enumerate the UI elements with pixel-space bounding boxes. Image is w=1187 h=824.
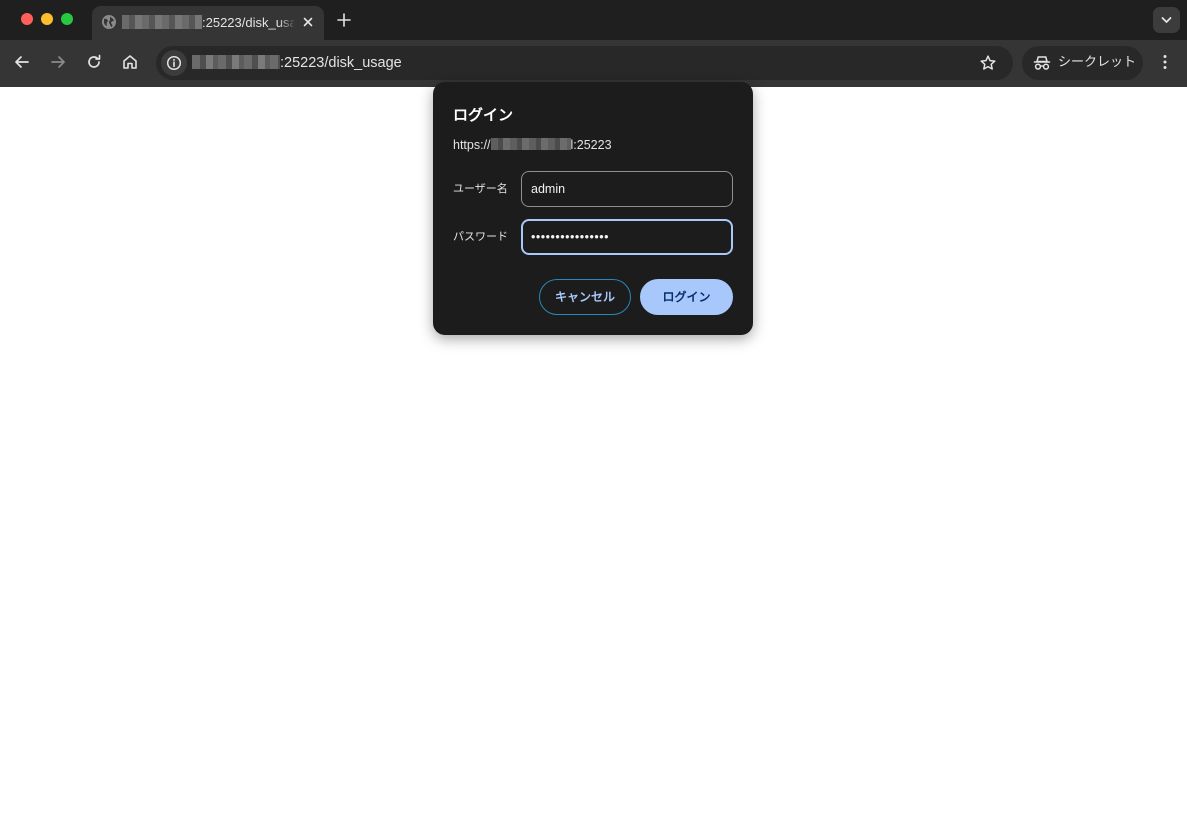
info-icon [166,55,182,71]
zoom-window-button[interactable] [61,13,73,25]
address-bar[interactable]: :25223/disk_usage [156,46,1013,80]
site-info-button[interactable] [161,50,187,76]
url-text[interactable]: :25223/disk_usage [192,54,402,72]
back-arrow-icon[interactable] [12,52,32,72]
url-path: :25223/disk_usage [280,55,402,71]
login-button[interactable]: ログイン [640,279,733,315]
origin-prefix: https:// [453,138,491,152]
incognito-label: シークレット [1058,55,1137,70]
origin-suffix: l:25223 [570,138,612,152]
close-window-button[interactable] [21,13,33,25]
new-tab-icon[interactable] [335,11,353,29]
tab-search-button[interactable] [1153,7,1180,33]
tab-title-fade [278,12,296,34]
bookmark-star-icon[interactable] [979,54,997,72]
forward-arrow-icon[interactable] [48,52,68,72]
password-input[interactable] [521,219,733,255]
redacted-host [490,138,571,150]
cancel-button[interactable]: キャンセル [539,279,631,315]
minimize-window-button[interactable] [41,13,53,25]
reload-icon[interactable] [84,52,104,72]
incognito-icon [1033,56,1051,70]
chevron-down-icon [1161,17,1172,23]
username-input[interactable] [521,171,733,207]
tab-strip: :25223/disk_usa [0,0,1187,40]
tab-active[interactable]: :25223/disk_usa [92,6,324,40]
username-label: ユーザー名 [453,182,508,195]
redacted-host [192,55,280,69]
home-icon[interactable] [120,52,140,72]
browser-toolbar: :25223/disk_usage シークレット [0,40,1187,87]
close-tab-icon[interactable] [300,14,316,30]
password-label: パスワード [453,230,508,243]
incognito-button[interactable]: シークレット [1022,46,1143,80]
redacted-host [122,15,202,29]
login-dialog: ログイン https:// l:25223 ユーザー名 パスワード キャンセル ロ… [433,82,753,335]
dialog-title: ログイン [453,106,514,124]
tab-title: :25223/disk_usa [122,14,294,32]
more-menu-icon[interactable] [1156,52,1174,72]
dialog-origin: https:// l:25223 [453,137,612,153]
globe-icon [102,15,116,29]
